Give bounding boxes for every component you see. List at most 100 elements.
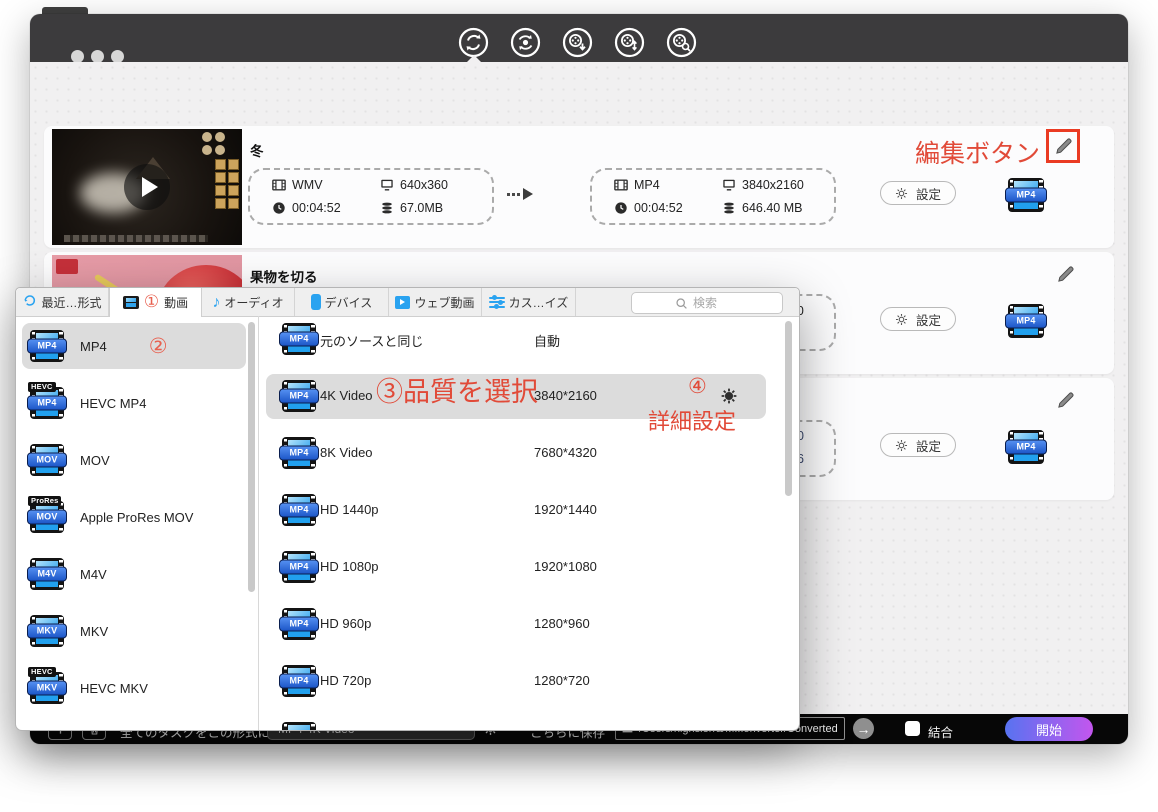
settings-button[interactable]: 設定 [880, 433, 956, 457]
quality-name: 元のソースと同じ [320, 331, 423, 350]
film-format-icon: M4V [30, 558, 64, 590]
annotation-step4: ④ [688, 374, 707, 398]
film-download-icon[interactable] [562, 27, 593, 58]
edit-button[interactable] [1054, 389, 1076, 411]
output-format-icon[interactable]: MP4 [1008, 178, 1044, 212]
quality-name: HD 720p [320, 673, 371, 688]
clock-icon [614, 201, 628, 215]
open-folder-arrow-button[interactable]: → [853, 718, 874, 739]
quality-item-partial[interactable] [266, 716, 766, 730]
tab-web-video[interactable]: ウェブ動画 [389, 288, 482, 316]
quality-item-same-as-source[interactable]: MP4 元のソースと同じ 自動 [266, 317, 766, 362]
gear-icon [895, 313, 908, 326]
sidebar-item-hevc-mkv[interactable]: HEVCMKV HEVC MKV [22, 665, 246, 711]
quality-item-hd1440[interactable]: MP4 HD 1440p 1920*1440 [266, 488, 766, 533]
output-resolution: 3840x2160 [722, 178, 804, 192]
film-format-icon: MP4 [282, 380, 316, 412]
search-input[interactable] [693, 296, 739, 310]
film-format-icon [282, 722, 316, 730]
tab-label: 動画 [164, 294, 188, 311]
film-format-icon: MP4 [282, 323, 316, 355]
format-label: HEVC MKV [80, 681, 148, 696]
quality-name: HD 960p [320, 616, 371, 631]
tab-recent-formats[interactable]: 最近…形式 [16, 288, 109, 316]
start-button[interactable]: 開始 [1005, 717, 1093, 741]
tab-audio[interactable]: ♪ オーディオ [202, 288, 295, 316]
tab-label: オーディオ [224, 294, 283, 311]
format-sidebar: MP4 MP4 ② HEVCMP4 HEVC MP4 MOV MOV ProRe… [16, 316, 259, 730]
quality-resolution: 1920*1440 [534, 502, 597, 517]
quality-name: 8K Video [320, 445, 373, 460]
video-title: 冬 [250, 140, 264, 160]
gear-icon [895, 187, 908, 200]
sidebar-item-mp4[interactable]: MP4 MP4 ② [22, 323, 246, 369]
output-format-icon[interactable]: MP4 [1008, 430, 1044, 464]
film-icon [272, 178, 286, 192]
quality-resolution: 7680*4320 [534, 445, 597, 460]
source-duration: 00:04:52 [272, 201, 341, 215]
titlebar [30, 14, 1128, 62]
output-format-icon[interactable]: MP4 [1008, 304, 1044, 338]
tab-device[interactable]: デバイス [295, 288, 389, 316]
settings-button[interactable]: 設定 [880, 181, 956, 205]
clock-icon [272, 201, 286, 215]
quality-item-hd960[interactable]: MP4 HD 960p 1280*960 [266, 602, 766, 647]
film-icon [614, 178, 628, 192]
film-format-icon: MOV [30, 444, 64, 476]
edit-button[interactable] [1054, 263, 1076, 285]
settings-label: 設定 [916, 436, 941, 455]
quality-name: HD 1440p [320, 502, 379, 517]
output-size: 646.40 MB [722, 201, 802, 215]
annotation-step1: ① [144, 294, 159, 311]
settings-label: 設定 [916, 310, 941, 329]
annotation-step4-label: 詳細設定 [648, 404, 736, 436]
output-duration: 00:04:52 [614, 201, 683, 215]
film-format-icon: MP4 [282, 665, 316, 697]
video-thumbnail[interactable] [52, 129, 242, 245]
film-format-icon: MP4 [282, 494, 316, 526]
storage-icon [722, 201, 736, 215]
film-preview-icon[interactable] [666, 27, 697, 58]
sidebar-item-m4v[interactable]: M4V M4V [22, 551, 246, 597]
sidebar-item-mkv[interactable]: MKV MKV [22, 608, 246, 654]
merge-checkbox[interactable] [905, 721, 920, 736]
film-format-icon: MP4 [282, 437, 316, 469]
pencil-icon [1054, 137, 1073, 156]
pencil-icon [1056, 391, 1075, 410]
rotate-convert-icon[interactable] [510, 27, 541, 58]
settings-label: 設定 [916, 184, 941, 203]
sidebar-item-prores-mov[interactable]: ProResMOV Apple ProRes MOV [22, 494, 246, 540]
film-icon [123, 296, 139, 309]
sidebar-item-mov[interactable]: MOV MOV [22, 437, 246, 483]
quality-item-hd720[interactable]: MP4 HD 720p 1280*720 [266, 659, 766, 704]
web-video-icon [395, 296, 410, 309]
source-format: WMV [272, 178, 323, 192]
format-label: MKV [80, 624, 108, 639]
sidebar-item-hevc-mp4[interactable]: HEVCMP4 HEVC MP4 [22, 380, 246, 426]
output-info-box: MP4 3840x2160 00:04:52 646.40 MB [590, 168, 836, 225]
film-format-icon: MP4 [30, 330, 64, 362]
film-compress-icon[interactable] [614, 27, 645, 58]
tab-customize[interactable]: カス…イズ [482, 288, 576, 316]
edit-button[interactable] [1052, 135, 1074, 157]
output-format: MP4 [614, 178, 660, 192]
film-format-icon: MP4 [282, 551, 316, 583]
quality-item-hd1080[interactable]: MP4 HD 1080p 1920*1080 [266, 545, 766, 590]
pencil-icon [1056, 265, 1075, 284]
tab-label: ウェブ動画 [414, 294, 474, 311]
format-label: HEVC MP4 [80, 396, 146, 411]
video-title: 果物を切る [250, 266, 318, 286]
sidebar-scrollbar[interactable] [248, 322, 255, 592]
sync-convert-icon[interactable] [458, 27, 489, 58]
format-label: Apple ProRes MOV [80, 510, 193, 525]
play-button[interactable] [124, 164, 170, 210]
tab-label: カス…イズ [509, 294, 569, 311]
gear-icon [895, 439, 908, 452]
tab-video[interactable]: ① 動画 [109, 288, 202, 317]
search-box[interactable] [631, 292, 783, 314]
settings-button[interactable]: 設定 [880, 307, 956, 331]
film-format-icon: MP4 [282, 608, 316, 640]
source-resolution: 640x360 [380, 178, 448, 192]
quality-scrollbar[interactable] [785, 321, 792, 496]
quality-item-8k[interactable]: MP4 8K Video 7680*4320 [266, 431, 766, 476]
